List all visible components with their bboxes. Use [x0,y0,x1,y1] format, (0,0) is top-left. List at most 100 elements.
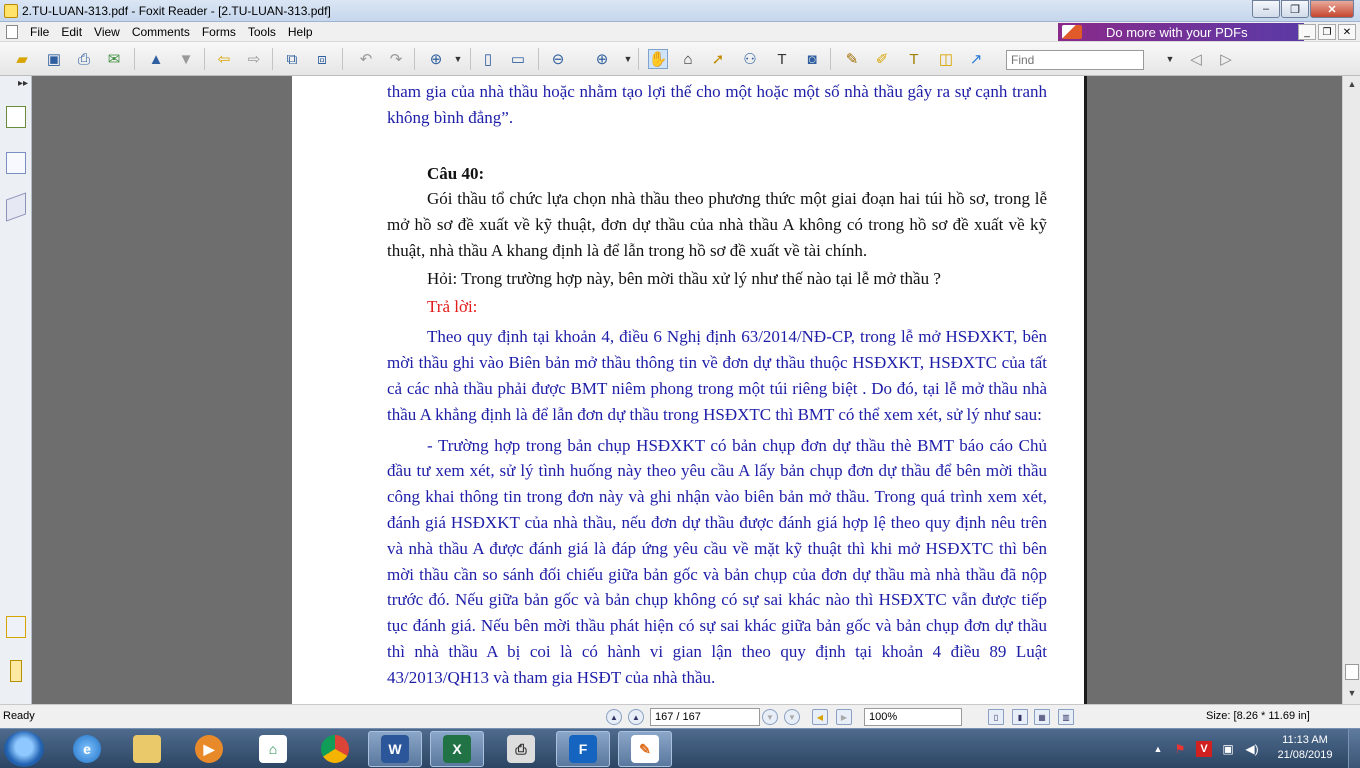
redo-icon[interactable]: ↷ [386,49,406,69]
find-binoculars-icon[interactable]: ⚇ [740,49,760,69]
scroll-up-icon[interactable]: ▲ [1345,77,1359,91]
close-button[interactable]: ✕ [1310,0,1354,18]
zoom-level-field[interactable]: 100% [864,708,962,726]
first-page-icon[interactable]: ▲ [606,709,622,725]
taskbar-word[interactable]: W [368,731,422,767]
last-page-icon[interactable]: ▼ [784,709,800,725]
status-text: Ready [3,710,35,722]
taskbar: e ▶ ⌂ W X ⎙ F ✎ ▲ ⚑ V ▣ ◀) 11:13 AM 21/0… [0,728,1360,768]
tray-network-icon[interactable]: ▣ [1220,741,1236,757]
callout-tool-icon[interactable]: ◫ [936,49,956,69]
print-icon[interactable]: ⎙ [74,49,94,69]
taskbar-folder-app[interactable] [120,731,174,767]
scroll-thumb[interactable] [1345,664,1359,680]
pdf-page: tham gia của nhà thầu hoặc nhằm tạo lợi … [292,76,1087,704]
taskbar-printer-app[interactable]: ⎙ [494,731,548,767]
vertical-scrollbar[interactable]: ▲ ▼ [1342,76,1360,704]
show-desktop-button[interactable] [1348,729,1360,768]
tray-expand-icon[interactable]: ▲ [1150,741,1166,757]
bookmarks-icon[interactable] [6,106,26,128]
start-button[interactable] [4,731,44,767]
taskbar-foxit-app[interactable]: F [556,731,610,767]
save-icon[interactable]: ▣ [44,49,64,69]
word-icon: W [381,735,409,763]
continuous-view-icon[interactable]: ▮ [1012,709,1028,725]
taskbar-foxit-reader[interactable]: ✎ [618,731,672,767]
note-tool-icon[interactable]: ✐ [872,49,892,69]
fit-page-icon[interactable]: ▯ [478,49,498,69]
next-page-button-icon[interactable]: ▼ [762,709,778,725]
maximize-button[interactable]: ❐ [1281,0,1309,18]
menu-tools[interactable]: Tools [242,25,282,39]
fit-width-icon[interactable]: ▭ [508,49,528,69]
hand-tool-icon[interactable]: ✋ [648,49,668,69]
select-cursor-icon[interactable]: ➚ [708,49,728,69]
menu-edit[interactable]: Edit [55,25,88,39]
zoom-dropdown-icon[interactable]: ▼ [448,49,468,69]
menu-view[interactable]: View [88,25,126,39]
doc-close-button[interactable]: ✕ [1338,24,1356,40]
attachments-icon[interactable] [10,660,22,682]
go-forward-icon[interactable]: ▶ [836,709,852,725]
find-next-icon[interactable]: ▷ [1216,49,1236,69]
typewriter-icon[interactable]: T [772,49,792,69]
continuous-facing-view-icon[interactable]: ▥ [1058,709,1074,725]
menu-file[interactable]: File [24,25,55,39]
doc-minimize-button[interactable]: _ [1298,24,1316,40]
insert-pages-icon[interactable]: ⧈ [312,49,332,69]
layers-icon[interactable] [6,192,26,222]
back-arrow-icon[interactable]: ⇦ [214,49,234,69]
undo-icon[interactable]: ↶ [356,49,376,69]
menu-comments[interactable]: Comments [126,25,196,39]
comments-icon[interactable] [6,616,26,638]
menu-forms[interactable]: Forms [196,25,242,39]
page-content: tham gia của nhà thầu hoặc nhằm tạo lợi … [387,79,1047,691]
zoom-options-dropdown-icon[interactable]: ▼ [618,49,638,69]
pages-icon[interactable] [6,152,26,174]
find-input[interactable] [1006,50,1144,70]
email-icon[interactable]: ✉ [104,49,124,69]
document-paragraph: tham gia của nhà thầu hoặc nhằm tạo lợi … [387,82,1047,127]
extract-pages-icon[interactable]: ⧉ [282,49,302,69]
menu-help[interactable]: Help [282,25,319,39]
menu-bar: File Edit View Comments Forms Tools Help… [0,22,1360,42]
highlight-tool-icon[interactable]: ✎ [842,49,862,69]
zoom-icon[interactable]: ⊕ [426,49,446,69]
forward-arrow-icon[interactable]: ⇨ [244,49,264,69]
document-area[interactable]: tham gia của nhà thầu hoặc nhằm tạo lợi … [32,76,1342,704]
minimize-button[interactable]: – [1252,0,1280,18]
taskbar-chrome[interactable] [308,731,362,767]
zoom-out-icon[interactable]: ⊖ [548,49,568,69]
find-previous-icon[interactable]: ◁ [1186,49,1206,69]
tray-volume-icon[interactable]: ◀) [1244,741,1260,757]
tray-flag-icon[interactable]: ⚑ [1172,741,1188,757]
page-number-field[interactable]: 167 / 167 [650,708,760,726]
find-dropdown-icon[interactable]: ▼ [1160,49,1180,69]
go-back-icon[interactable]: ◀ [812,709,828,725]
next-page-icon[interactable]: ▼ [176,49,196,69]
toolbar-separator [470,48,471,70]
textbox-tool-icon[interactable]: T [904,49,924,69]
promo-banner[interactable]: Do more with your PDFs [1058,23,1304,41]
arrow-tool-icon[interactable]: ↗ [966,49,986,69]
toolbar-separator [638,48,639,70]
open-folder-icon[interactable]: ▰ [12,49,32,69]
doc-restore-button[interactable]: ❐ [1318,24,1336,40]
snapshot-icon[interactable]: ◙ [802,49,822,69]
facing-view-icon[interactable]: ▦ [1034,709,1050,725]
scroll-down-icon[interactable]: ▼ [1345,686,1359,700]
taskbar-excel[interactable]: X [430,731,484,767]
media-player-icon: ▶ [195,735,223,763]
clock[interactable]: 11:13 AM 21/08/2019 [1270,733,1340,763]
toolbar-separator [272,48,273,70]
previous-page-button-icon[interactable]: ▲ [628,709,644,725]
zoom-in-icon[interactable]: ⊕ [592,49,612,69]
tray-antivirus-icon[interactable]: V [1196,741,1212,757]
taskbar-home-app[interactable]: ⌂ [246,731,300,767]
taskbar-internet-explorer[interactable]: e [60,731,114,767]
single-page-view-icon[interactable]: ▯ [988,709,1004,725]
previous-page-icon[interactable]: ▲ [146,49,166,69]
select-text-icon[interactable]: ⌂ [678,49,698,69]
expand-panel-icon[interactable]: ▸▸ [18,78,28,89]
taskbar-media-player[interactable]: ▶ [182,731,236,767]
